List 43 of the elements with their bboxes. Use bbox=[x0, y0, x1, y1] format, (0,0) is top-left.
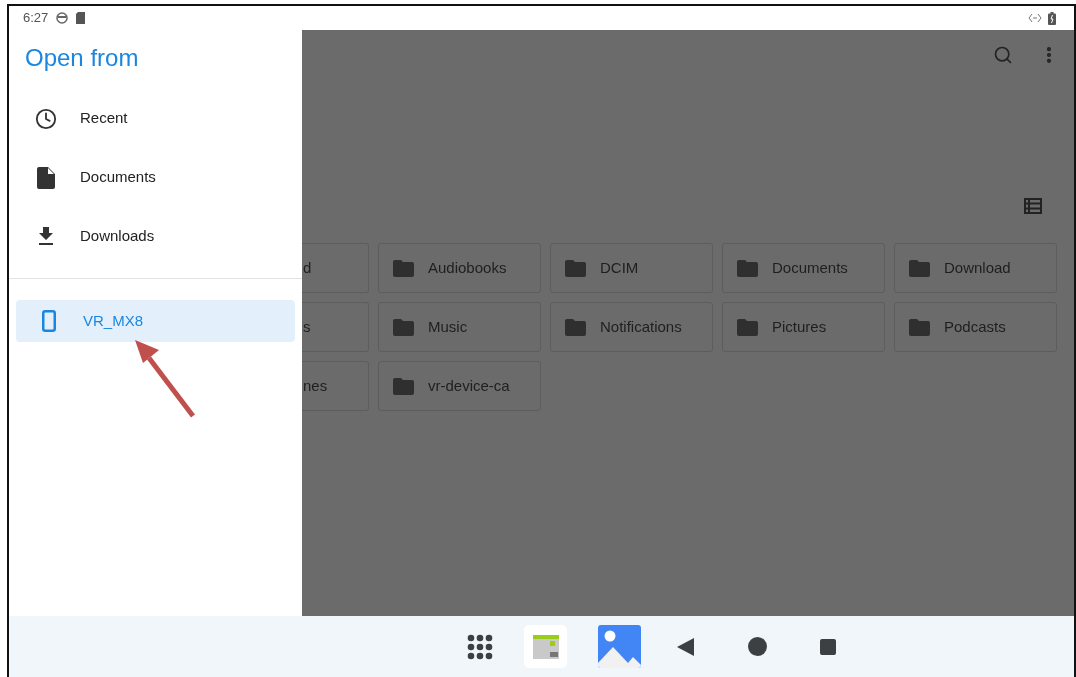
search-icon[interactable] bbox=[993, 45, 1013, 65]
back-icon[interactable] bbox=[677, 637, 694, 656]
folder-tile[interactable]: d bbox=[302, 243, 369, 293]
file-icon bbox=[37, 166, 55, 189]
folder-tile[interactable]: Documents bbox=[722, 243, 885, 293]
folder-tile[interactable]: Audiobooks bbox=[378, 243, 541, 293]
folder-tile[interactable]: vr-device-ca bbox=[378, 361, 541, 411]
folder-icon bbox=[393, 377, 414, 395]
folder-icon bbox=[909, 259, 930, 277]
folder-tile[interactable]: nes bbox=[302, 361, 369, 411]
download-icon bbox=[38, 227, 54, 246]
status-circle-icon bbox=[56, 12, 69, 24]
recents-icon[interactable] bbox=[820, 638, 836, 655]
phone-icon bbox=[42, 310, 56, 332]
photos-app-icon[interactable] bbox=[598, 625, 641, 668]
calendar-app-icon[interactable] bbox=[524, 625, 567, 668]
folder-tile[interactable]: s bbox=[302, 302, 369, 352]
drawer-title: Open from bbox=[24, 43, 140, 73]
folder-tile[interactable]: Notifications bbox=[550, 302, 713, 352]
folder-icon bbox=[565, 259, 586, 277]
drawer-item[interactable]: Downloads bbox=[16, 207, 295, 266]
list-view-icon[interactable] bbox=[1024, 198, 1042, 214]
app-grid-icon[interactable] bbox=[467, 633, 493, 660]
drawer-item[interactable]: Recent bbox=[16, 89, 295, 148]
folder-tile[interactable]: Download bbox=[894, 243, 1057, 293]
folder-tile[interactable]: Pictures bbox=[722, 302, 885, 352]
folder-icon bbox=[565, 318, 586, 336]
home-icon[interactable] bbox=[748, 637, 767, 656]
folder-icon bbox=[393, 318, 414, 336]
data-transfer-icon bbox=[1028, 13, 1042, 23]
status-time: 6:27 bbox=[23, 9, 49, 28]
sd-card-icon bbox=[76, 12, 86, 24]
folder-icon bbox=[909, 318, 930, 336]
folder-tile[interactable]: DCIM bbox=[550, 243, 713, 293]
folder-tile[interactable]: Podcasts bbox=[894, 302, 1057, 352]
battery-icon bbox=[1048, 11, 1056, 25]
folder-icon bbox=[393, 259, 414, 277]
folder-icon bbox=[737, 259, 758, 277]
drawer-item[interactable]: VR_MX8 bbox=[16, 300, 295, 342]
folder-tile[interactable]: Music bbox=[378, 302, 541, 352]
folder-icon bbox=[737, 318, 758, 336]
drawer-item[interactable]: Documents bbox=[16, 148, 295, 207]
clock-icon bbox=[35, 107, 57, 130]
